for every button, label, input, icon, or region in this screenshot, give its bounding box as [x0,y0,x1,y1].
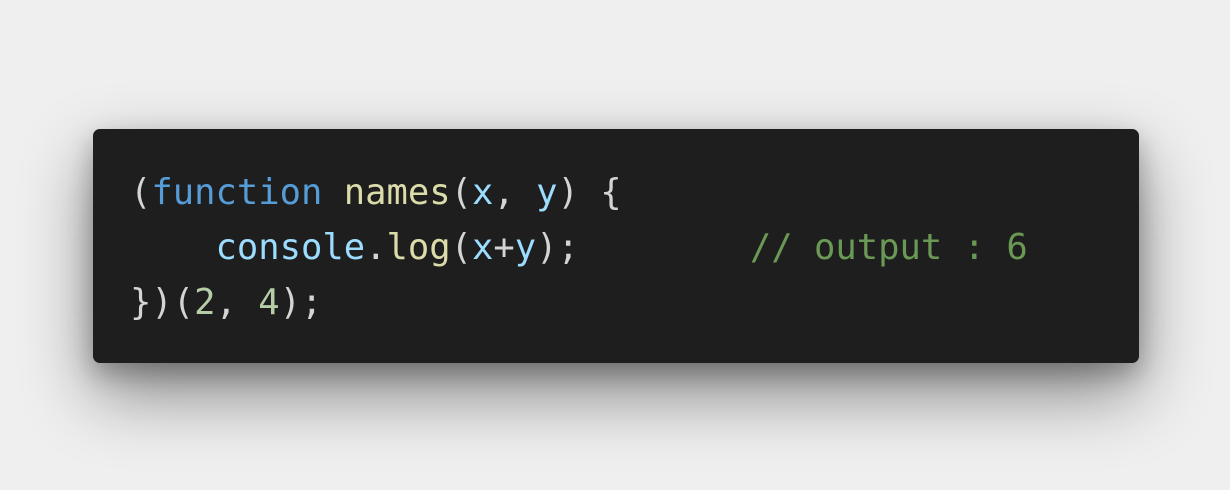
token-comma: , [493,172,537,213]
token-number-2: 2 [194,282,216,323]
token-var-y: y [514,227,537,268]
token-paren: ( [130,172,152,213]
code-line-2: console.log(x+y); // output : 6 [130,220,1028,275]
code-snippet-card: (function names(x, y) { console.log(x+y)… [93,129,1139,363]
token-console: console [215,227,366,268]
token-number-4: 4 [258,282,280,323]
token-param-y: y [536,172,558,213]
token-end: ); [279,282,323,323]
token-plus: + [493,227,515,268]
code-line-1: (function names(x, y) { [130,165,1028,220]
token-brace-close: })( [130,282,195,323]
token-function-name: names [343,172,451,213]
token-close-paren-semicolon: ); [536,227,579,268]
token-paren: ( [450,227,472,268]
code-block: (function names(x, y) { console.log(x+y)… [130,165,1028,330]
token-keyword-function: function [151,172,323,213]
code-line-3: })(2, 4); [130,275,1028,330]
token-log: log [386,227,451,268]
token-dot: . [365,227,387,268]
token-comment: // output : 6 [749,227,1028,268]
token-var-x: x [472,227,494,268]
token-brace-open: ) { [557,172,622,213]
token-spacing [579,227,750,268]
token-param-x: x [471,172,494,213]
token-comma: , [215,282,259,323]
token-paren: ( [450,172,472,213]
